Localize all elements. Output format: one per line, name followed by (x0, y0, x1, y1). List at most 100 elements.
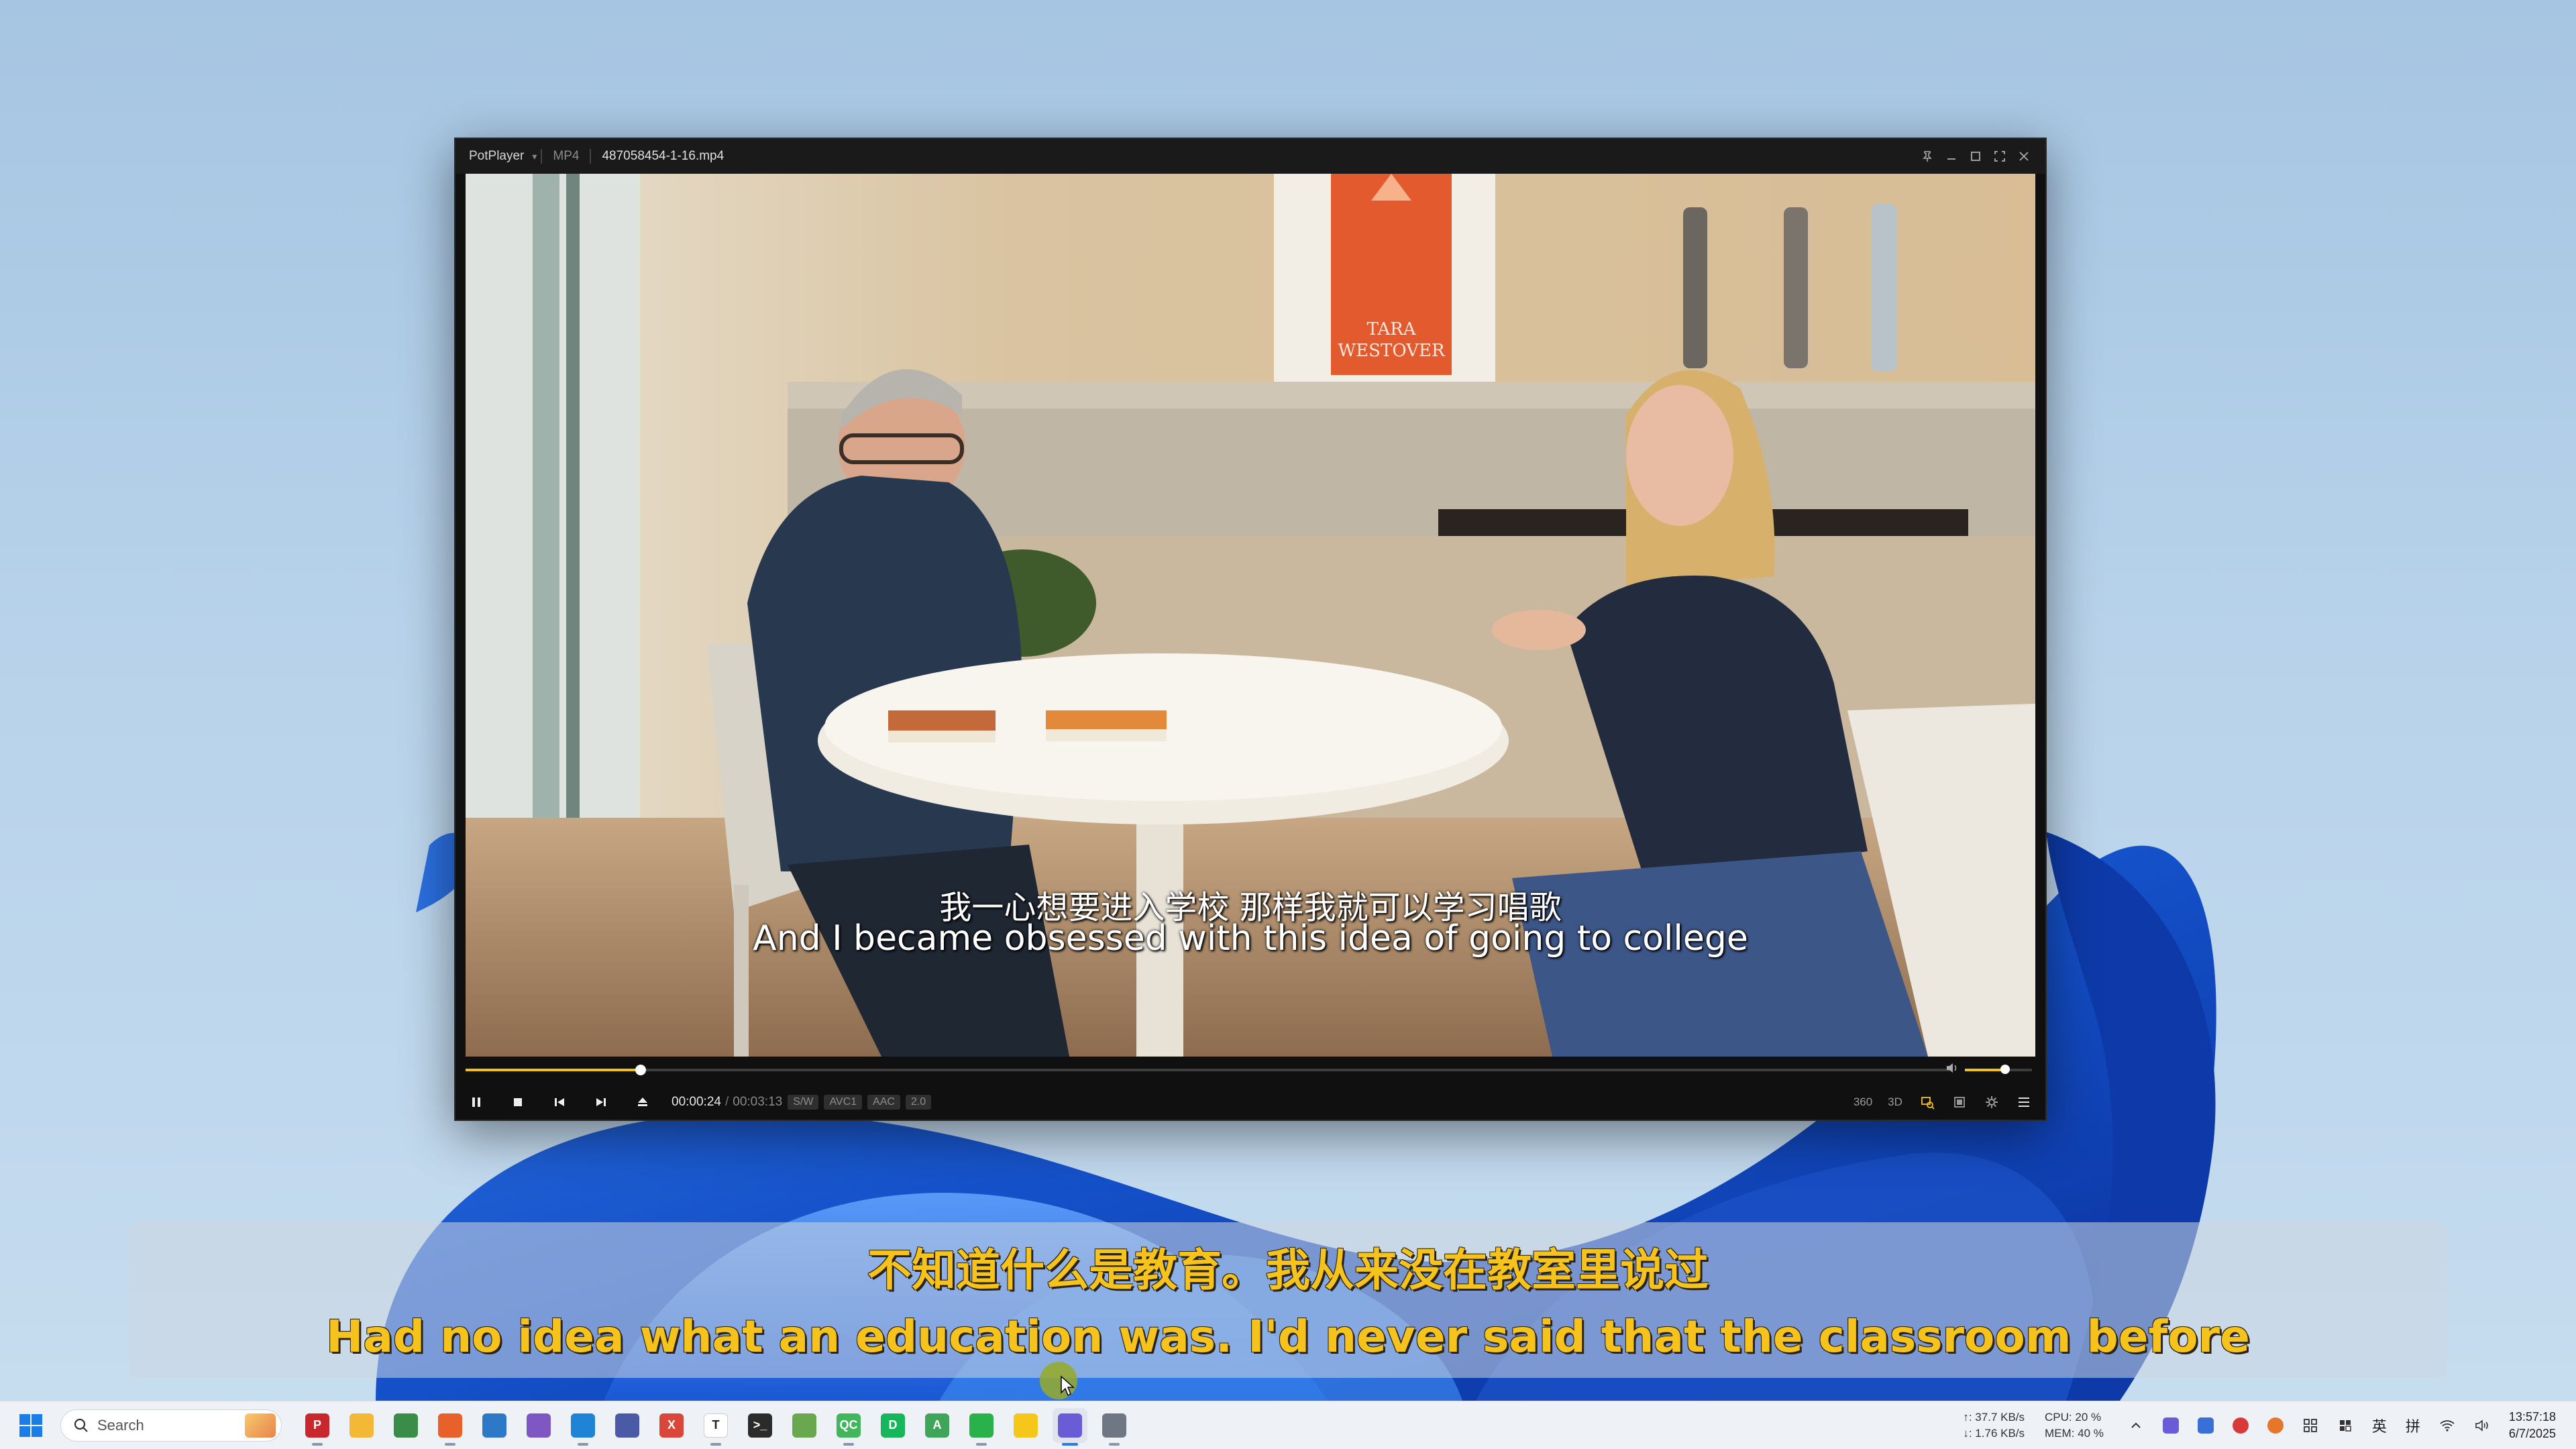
fullscreen-icon[interactable] (1988, 144, 2012, 168)
typora-icon: T (704, 1413, 728, 1438)
taskbar-app-wechat[interactable] (964, 1408, 999, 1446)
window-controls (1915, 144, 2045, 168)
video-codec-badge[interactable]: AVC1 (824, 1095, 863, 1110)
pdf-reader-icon: P (305, 1413, 329, 1438)
volume-thumb[interactable] (2000, 1065, 2010, 1074)
taskbar-app-chrome[interactable] (388, 1408, 423, 1443)
taskbar-app-sticky-notes[interactable] (1008, 1408, 1043, 1443)
taskbar-app-network-tool[interactable] (610, 1408, 645, 1443)
volume-slider[interactable] (1965, 1065, 2032, 1074)
taskbar-app-wechat-dev[interactable]: D (875, 1408, 910, 1443)
current-time[interactable]: 00:00:24 (672, 1095, 721, 1110)
taskbar: Search P X T >_ QC D A ↑: 37.7 KB/s ↓: 1.76 KB… (0, 1401, 2576, 1449)
taskbar-app-typora[interactable]: T (698, 1408, 733, 1446)
menu-button[interactable] (2008, 1086, 2040, 1118)
taskbar-app-xmind[interactable]: X (654, 1408, 689, 1443)
sticky-notes-icon (1014, 1413, 1038, 1438)
pause-icon (472, 1097, 480, 1107)
hamburger-icon (2019, 1097, 2029, 1107)
taskbar-app-media-app[interactable] (1097, 1408, 1132, 1446)
grid-tray-icon[interactable] (2297, 1412, 2324, 1439)
taskbar-app-firefox[interactable] (433, 1408, 468, 1446)
chrome-icon (394, 1413, 418, 1438)
file-explorer-icon (350, 1413, 374, 1438)
next-button[interactable] (580, 1086, 622, 1118)
chevron-up-icon[interactable] (2123, 1412, 2149, 1439)
capture-button[interactable] (1911, 1086, 1943, 1118)
pin-icon[interactable] (1915, 144, 1939, 168)
right-controls: 360 3D (1847, 1086, 2045, 1118)
stop-button[interactable] (497, 1086, 539, 1118)
security-tray-icon[interactable] (2227, 1412, 2254, 1439)
taskbar-app-visual-studio[interactable] (521, 1408, 556, 1443)
maximize-icon[interactable] (1964, 144, 1988, 168)
gear-icon (1986, 1096, 1998, 1108)
vr-360-button[interactable]: 360 (1847, 1086, 1879, 1118)
volume-level (1965, 1069, 2005, 1071)
wifi-icon[interactable] (2434, 1412, 2461, 1439)
input-method-icon[interactable] (2332, 1412, 2359, 1439)
taskbar-app-file-explorer[interactable] (344, 1408, 379, 1443)
overlay-subtitle-box: 不知道什么是教育。我从来没在教室里说过 Had no idea what an … (129, 1222, 2447, 1378)
clock-date: 6/7/2025 (2508, 1426, 2556, 1440)
format-label: MP4 (553, 149, 580, 163)
settings-button[interactable] (1976, 1086, 2008, 1118)
taskbar-app-android-studio[interactable]: A (920, 1408, 955, 1443)
playlist-panel-button[interactable] (1943, 1086, 1976, 1118)
network-speed[interactable]: ↑: 37.7 KB/s ↓: 1.76 KB/s (1963, 1409, 2025, 1442)
speaker-icon[interactable] (2469, 1412, 2496, 1439)
remote-tray-icon[interactable] (2192, 1412, 2219, 1439)
download-speed: ↓: 1.76 KB/s (1963, 1426, 2025, 1440)
windows-logo-icon (19, 1413, 42, 1437)
audio-channel-badge[interactable]: 2.0 (905, 1095, 932, 1110)
app-tray-icon[interactable] (2157, 1412, 2184, 1439)
skip-back-icon (555, 1098, 564, 1106)
app-menu-button[interactable]: PotPlayer (455, 149, 531, 164)
taskbar-app-potplayer[interactable] (1053, 1407, 1087, 1446)
title-bar[interactable]: PotPlayer ▾ MP4 487058454-1-16.mp4 (455, 139, 2045, 174)
xmind-icon: X (659, 1413, 684, 1438)
ime-mode[interactable]: 拼 (2406, 1415, 2420, 1436)
clock[interactable]: 13:57:18 6/7/2025 (2509, 1409, 2556, 1442)
poster-text-1: TARA (1366, 319, 1416, 339)
clock-time: 13:57:18 (2508, 1409, 2556, 1424)
potplayer-window[interactable]: PotPlayer ▾ MP4 487058454-1-16.mp4 TARA … (454, 138, 2047, 1121)
pause-button[interactable] (455, 1086, 497, 1118)
seek-row (455, 1058, 2045, 1082)
skip-forward-icon (596, 1098, 606, 1106)
audio-codec-badge[interactable]: AAC (867, 1095, 900, 1110)
taskbar-app-qt-creator[interactable]: QC (831, 1408, 866, 1446)
minimize-icon[interactable] (1939, 144, 1964, 168)
system-monitor[interactable]: CPU: 20 % MEM: 40 % (2045, 1409, 2104, 1442)
decoder-badge[interactable]: S/W (788, 1095, 819, 1110)
mouse-cursor-icon (1061, 1375, 1075, 1397)
ime-language[interactable]: 英 (2372, 1415, 2387, 1436)
cpu-usage: CPU: 20 % (2045, 1410, 2102, 1424)
3d-button[interactable]: 3D (1879, 1086, 1911, 1118)
start-button[interactable] (16, 1411, 46, 1440)
search-placeholder: Search (97, 1416, 144, 1434)
control-bar: 00:00:24 / 00:03:13 S/W AVC1 AAC 2.0 360… (455, 1083, 2045, 1121)
visual-studio-icon (527, 1413, 551, 1438)
taskbar-search[interactable]: Search (60, 1409, 282, 1442)
volume-icon[interactable] (1945, 1061, 1964, 1079)
search-tray-icon[interactable] (2262, 1412, 2289, 1439)
chevron-down-icon[interactable]: ▾ (531, 151, 537, 162)
overlay-subtitle-en: Had no idea what an education was. I'd n… (326, 1311, 2250, 1362)
taskbar-app-vscode[interactable] (566, 1408, 600, 1446)
taskbar-app-magnifier[interactable] (477, 1408, 512, 1443)
search-highlight-icon (245, 1413, 276, 1438)
seek-bar[interactable] (466, 1065, 1951, 1075)
video-frame[interactable]: TARA WESTOVER 我一心想要进入学校 那样我就可以学习唱歌 And I… (466, 174, 2035, 1057)
capture-icon (1921, 1097, 1935, 1110)
taskbar-app-terminal[interactable]: >_ (743, 1408, 777, 1443)
taskbar-app-notepad[interactable] (787, 1408, 822, 1443)
wechat-icon (969, 1413, 994, 1438)
open-file-button[interactable] (622, 1086, 663, 1118)
search-icon (74, 1418, 88, 1432)
close-icon[interactable] (2012, 144, 2036, 168)
seek-thumb[interactable] (635, 1065, 647, 1075)
taskbar-app-pdf-reader[interactable]: P (300, 1408, 335, 1446)
panel-icon (1954, 1097, 1965, 1108)
previous-button[interactable] (539, 1086, 580, 1118)
